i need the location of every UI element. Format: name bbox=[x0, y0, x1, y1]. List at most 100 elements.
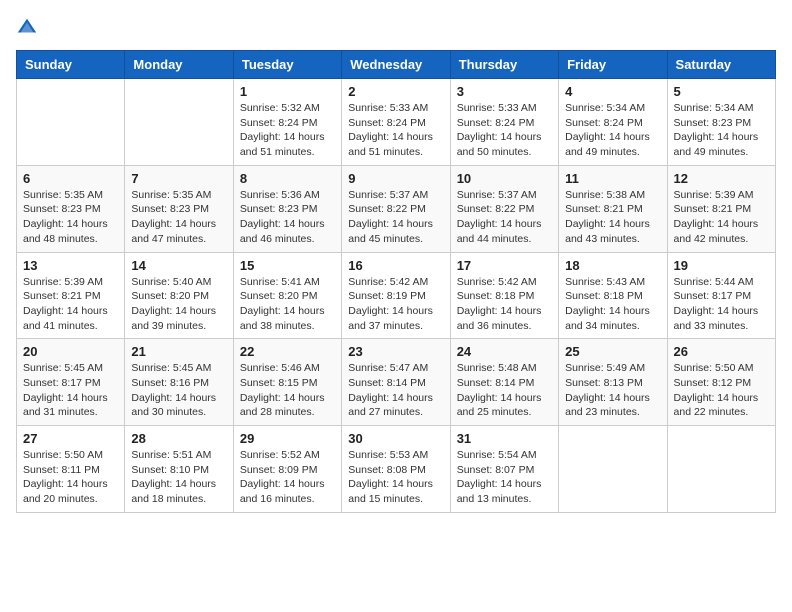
day-number: 19 bbox=[674, 258, 769, 273]
day-info: Sunrise: 5:50 AM Sunset: 8:11 PM Dayligh… bbox=[23, 448, 118, 507]
weekday-header-saturday: Saturday bbox=[667, 51, 775, 79]
calendar-cell: 18 Sunrise: 5:43 AM Sunset: 8:18 PM Dayli… bbox=[559, 252, 667, 339]
day-info: Sunrise: 5:41 AM Sunset: 8:20 PM Dayligh… bbox=[240, 275, 335, 334]
day-info: Sunrise: 5:54 AM Sunset: 8:07 PM Dayligh… bbox=[457, 448, 552, 507]
calendar-cell: 2 Sunrise: 5:33 AM Sunset: 8:24 PM Daylig… bbox=[342, 79, 450, 166]
day-info: Sunrise: 5:33 AM Sunset: 8:24 PM Dayligh… bbox=[457, 101, 552, 160]
day-info: Sunrise: 5:35 AM Sunset: 8:23 PM Dayligh… bbox=[23, 188, 118, 247]
day-number: 13 bbox=[23, 258, 118, 273]
weekday-header-wednesday: Wednesday bbox=[342, 51, 450, 79]
day-info: Sunrise: 5:51 AM Sunset: 8:10 PM Dayligh… bbox=[131, 448, 226, 507]
day-info: Sunrise: 5:35 AM Sunset: 8:23 PM Dayligh… bbox=[131, 188, 226, 247]
calendar-cell bbox=[559, 426, 667, 513]
day-number: 4 bbox=[565, 84, 660, 99]
day-info: Sunrise: 5:32 AM Sunset: 8:24 PM Dayligh… bbox=[240, 101, 335, 160]
day-info: Sunrise: 5:42 AM Sunset: 8:18 PM Dayligh… bbox=[457, 275, 552, 334]
day-number: 16 bbox=[348, 258, 443, 273]
day-number: 14 bbox=[131, 258, 226, 273]
day-info: Sunrise: 5:34 AM Sunset: 8:24 PM Dayligh… bbox=[565, 101, 660, 160]
calendar-cell: 28Sunrise: 5:51 AM Sunset: 8:10 PM Dayli… bbox=[125, 426, 233, 513]
day-number: 26 bbox=[674, 344, 769, 359]
calendar-cell: 9 Sunrise: 5:37 AM Sunset: 8:22 PM Daylig… bbox=[342, 165, 450, 252]
day-number: 18 bbox=[565, 258, 660, 273]
day-info: Sunrise: 5:39 AM Sunset: 8:21 PM Dayligh… bbox=[23, 275, 118, 334]
calendar-cell: 25 Sunrise: 5:49 AM Sunset: 8:13 PM Dayli… bbox=[559, 339, 667, 426]
calendar-cell: 17 Sunrise: 5:42 AM Sunset: 8:18 PM Dayli… bbox=[450, 252, 558, 339]
calendar-table: SundayMondayTuesdayWednesdayThursdayFrid… bbox=[16, 50, 776, 513]
calendar-cell: 14 Sunrise: 5:40 AM Sunset: 8:20 PM Dayli… bbox=[125, 252, 233, 339]
calendar-cell: 24 Sunrise: 5:48 AM Sunset: 8:14 PM Dayli… bbox=[450, 339, 558, 426]
calendar-cell bbox=[125, 79, 233, 166]
calendar-cell: 8 Sunrise: 5:36 AM Sunset: 8:23 PM Daylig… bbox=[233, 165, 341, 252]
calendar-cell: 21Sunrise: 5:45 AM Sunset: 8:16 PM Dayli… bbox=[125, 339, 233, 426]
day-info: Sunrise: 5:42 AM Sunset: 8:19 PM Dayligh… bbox=[348, 275, 443, 334]
calendar-cell bbox=[667, 426, 775, 513]
day-info: Sunrise: 5:39 AM Sunset: 8:21 PM Dayligh… bbox=[674, 188, 769, 247]
day-number: 22 bbox=[240, 344, 335, 359]
day-number: 24 bbox=[457, 344, 552, 359]
day-number: 23 bbox=[348, 344, 443, 359]
calendar-cell: 6 Sunrise: 5:35 AM Sunset: 8:23 PM Daylig… bbox=[17, 165, 125, 252]
day-info: Sunrise: 5:34 AM Sunset: 8:23 PM Dayligh… bbox=[674, 101, 769, 160]
calendar-cell: 19 Sunrise: 5:44 AM Sunset: 8:17 PM Dayli… bbox=[667, 252, 775, 339]
logo bbox=[16, 16, 42, 38]
day-number: 3 bbox=[457, 84, 552, 99]
day-number: 21 bbox=[131, 344, 226, 359]
day-info: Sunrise: 5:45 AM Sunset: 8:17 PM Dayligh… bbox=[23, 361, 118, 420]
day-number: 17 bbox=[457, 258, 552, 273]
day-info: Sunrise: 5:44 AM Sunset: 8:17 PM Dayligh… bbox=[674, 275, 769, 334]
calendar-cell: 13 Sunrise: 5:39 AM Sunset: 8:21 PM Dayli… bbox=[17, 252, 125, 339]
day-info: Sunrise: 5:50 AM Sunset: 8:12 PM Dayligh… bbox=[674, 361, 769, 420]
calendar-cell: 11 Sunrise: 5:38 AM Sunset: 8:21 PM Dayli… bbox=[559, 165, 667, 252]
calendar-cell bbox=[17, 79, 125, 166]
calendar-cell: 20 Sunrise: 5:45 AM Sunset: 8:17 PM Dayli… bbox=[17, 339, 125, 426]
day-info: Sunrise: 5:40 AM Sunset: 8:20 PM Dayligh… bbox=[131, 275, 226, 334]
day-number: 29 bbox=[240, 431, 335, 446]
day-number: 27 bbox=[23, 431, 118, 446]
day-number: 1 bbox=[240, 84, 335, 99]
day-info: Sunrise: 5:36 AM Sunset: 8:23 PM Dayligh… bbox=[240, 188, 335, 247]
calendar-cell: 26 Sunrise: 5:50 AM Sunset: 8:12 PM Dayli… bbox=[667, 339, 775, 426]
weekday-header-thursday: Thursday bbox=[450, 51, 558, 79]
day-number: 8 bbox=[240, 171, 335, 186]
day-number: 12 bbox=[674, 171, 769, 186]
day-info: Sunrise: 5:52 AM Sunset: 8:09 PM Dayligh… bbox=[240, 448, 335, 507]
calendar-cell: 7 Sunrise: 5:35 AM Sunset: 8:23 PM Daylig… bbox=[125, 165, 233, 252]
day-info: Sunrise: 5:37 AM Sunset: 8:22 PM Dayligh… bbox=[457, 188, 552, 247]
day-info: Sunrise: 5:38 AM Sunset: 8:21 PM Dayligh… bbox=[565, 188, 660, 247]
weekday-header-monday: Monday bbox=[125, 51, 233, 79]
calendar-cell: 22 Sunrise: 5:46 AM Sunset: 8:15 PM Dayli… bbox=[233, 339, 341, 426]
day-number: 20 bbox=[23, 344, 118, 359]
calendar-cell: 30 Sunrise: 5:53 AM Sunset: 8:08 PM Dayli… bbox=[342, 426, 450, 513]
day-number: 31 bbox=[457, 431, 552, 446]
day-info: Sunrise: 5:46 AM Sunset: 8:15 PM Dayligh… bbox=[240, 361, 335, 420]
day-number: 9 bbox=[348, 171, 443, 186]
day-number: 25 bbox=[565, 344, 660, 359]
day-info: Sunrise: 5:33 AM Sunset: 8:24 PM Dayligh… bbox=[348, 101, 443, 160]
calendar-cell: 27 Sunrise: 5:50 AM Sunset: 8:11 PM Dayli… bbox=[17, 426, 125, 513]
day-number: 11 bbox=[565, 171, 660, 186]
calendar-cell: 3 Sunrise: 5:33 AM Sunset: 8:24 PM Daylig… bbox=[450, 79, 558, 166]
day-number: 10 bbox=[457, 171, 552, 186]
day-info: Sunrise: 5:53 AM Sunset: 8:08 PM Dayligh… bbox=[348, 448, 443, 507]
calendar-cell: 23Sunrise: 5:47 AM Sunset: 8:14 PM Dayli… bbox=[342, 339, 450, 426]
weekday-header-sunday: Sunday bbox=[17, 51, 125, 79]
day-info: Sunrise: 5:43 AM Sunset: 8:18 PM Dayligh… bbox=[565, 275, 660, 334]
calendar-cell: 31 Sunrise: 5:54 AM Sunset: 8:07 PM Dayli… bbox=[450, 426, 558, 513]
calendar-cell: 4 Sunrise: 5:34 AM Sunset: 8:24 PM Daylig… bbox=[559, 79, 667, 166]
calendar-cell: 10 Sunrise: 5:37 AM Sunset: 8:22 PM Dayli… bbox=[450, 165, 558, 252]
day-number: 2 bbox=[348, 84, 443, 99]
day-info: Sunrise: 5:37 AM Sunset: 8:22 PM Dayligh… bbox=[348, 188, 443, 247]
day-info: Sunrise: 5:48 AM Sunset: 8:14 PM Dayligh… bbox=[457, 361, 552, 420]
calendar-cell: 5 Sunrise: 5:34 AM Sunset: 8:23 PM Daylig… bbox=[667, 79, 775, 166]
day-number: 6 bbox=[23, 171, 118, 186]
logo-icon bbox=[16, 16, 38, 38]
calendar-cell: 16 Sunrise: 5:42 AM Sunset: 8:19 PM Dayli… bbox=[342, 252, 450, 339]
day-info: Sunrise: 5:49 AM Sunset: 8:13 PM Dayligh… bbox=[565, 361, 660, 420]
day-number: 30 bbox=[348, 431, 443, 446]
calendar-cell: 29 Sunrise: 5:52 AM Sunset: 8:09 PM Dayli… bbox=[233, 426, 341, 513]
day-number: 5 bbox=[674, 84, 769, 99]
calendar-cell: 1 Sunrise: 5:32 AM Sunset: 8:24 PM Daylig… bbox=[233, 79, 341, 166]
weekday-header-tuesday: Tuesday bbox=[233, 51, 341, 79]
day-number: 7 bbox=[131, 171, 226, 186]
